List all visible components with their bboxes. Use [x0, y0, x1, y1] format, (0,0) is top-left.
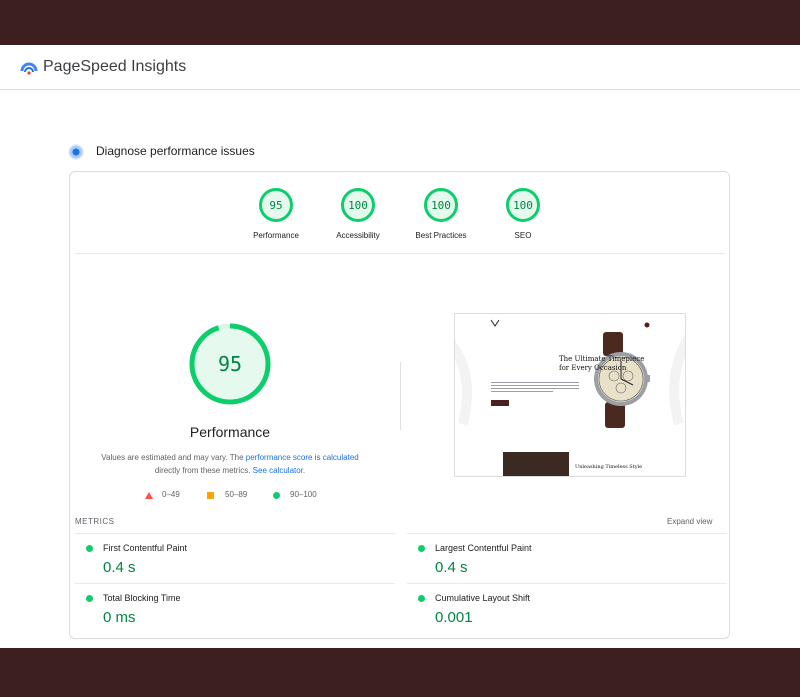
score-note: Values are estimated and may vary. The p… — [90, 451, 370, 477]
legend-average: 50–89 — [225, 490, 248, 499]
performance-score: 95 — [217, 352, 243, 376]
gauge-score: 95 — [259, 188, 293, 222]
pagespeed-logo-icon[interactable] — [20, 59, 38, 77]
screenshot-headline: The Ultimate Timepiece for Every Occasio… — [559, 355, 645, 372]
performance-label: Performance — [189, 424, 271, 440]
metric-value: 0 ms — [103, 609, 136, 626]
metric-fcp: First Contentful Paint 0.4 s — [75, 533, 395, 583]
top-band — [0, 0, 800, 45]
metric-value: 0.001 — [435, 609, 473, 626]
metric-lcp: Largest Contentful Paint 0.4 s — [407, 533, 727, 583]
gauge-best-practices[interactable]: 100 Best Practices — [396, 188, 486, 240]
gauge-label: Performance — [253, 231, 299, 240]
fail-triangle-icon — [145, 492, 153, 499]
report-card: 95 Performance 100 Accessibility 100 Bes… — [69, 171, 730, 639]
average-square-icon — [207, 492, 214, 499]
screenshot-body-lines — [491, 382, 579, 398]
metric-name: Total Blocking Time — [103, 593, 181, 603]
gauge-seo[interactable]: 100 SEO — [478, 188, 568, 240]
page-screenshot: The Ultimate Timepiece for Every Occasio… — [454, 313, 686, 477]
metric-tbt: Total Blocking Time 0 ms — [75, 583, 395, 633]
pass-circle-icon — [273, 492, 280, 499]
bottom-band — [0, 648, 800, 697]
metric-name: Largest Contentful Paint — [435, 543, 532, 553]
diagnose-icon — [68, 144, 84, 160]
see-calculator-link[interactable]: See calculator. — [253, 466, 305, 475]
pass-circle-icon — [86, 595, 93, 602]
expand-view-button[interactable]: Expand view — [667, 517, 712, 526]
legend-fail: 0–49 — [162, 490, 180, 499]
vertical-divider — [400, 362, 401, 430]
metric-value: 0.4 s — [435, 559, 468, 576]
app-title[interactable]: PageSpeed Insights — [43, 58, 186, 76]
legend-pass: 90–100 — [290, 490, 317, 499]
screenshot-caption: Unleashing Timeless Style — [575, 464, 643, 470]
gauge-score: 100 — [341, 188, 375, 222]
pass-circle-icon — [86, 545, 93, 552]
gauges-divider — [75, 253, 725, 254]
metrics-title: METRICS — [75, 517, 115, 526]
gauge-label: Accessibility — [336, 231, 380, 240]
gauge-accessibility[interactable]: 100 Accessibility — [313, 188, 403, 240]
screenshot-button — [491, 400, 509, 406]
gauge-label: SEO — [514, 231, 532, 240]
score-calculated-link[interactable]: performance score is calculated — [246, 453, 359, 462]
category-gauges: 95 Performance 100 Accessibility 100 Bes… — [70, 172, 729, 254]
metric-cls: Cumulative Layout Shift 0.001 — [407, 583, 727, 633]
app-header: PageSpeed Insights — [0, 45, 800, 90]
metric-name: Cumulative Layout Shift — [435, 593, 531, 603]
pass-circle-icon — [418, 545, 425, 552]
note-middle: directly from these metrics. — [154, 466, 251, 475]
metric-name: First Contentful Paint — [103, 543, 188, 553]
gauge-score: 100 — [424, 188, 458, 222]
gauge-performance[interactable]: 95 Performance — [231, 188, 321, 240]
metric-value: 0.4 s — [103, 559, 136, 576]
section-title: Diagnose performance issues — [96, 144, 255, 158]
gauge-score: 100 — [506, 188, 540, 222]
note-prefix: Values are estimated and may vary. The — [101, 453, 244, 462]
pass-circle-icon — [418, 595, 425, 602]
screenshot-image-block — [503, 452, 569, 476]
gauge-label: Best Practices — [415, 231, 467, 240]
